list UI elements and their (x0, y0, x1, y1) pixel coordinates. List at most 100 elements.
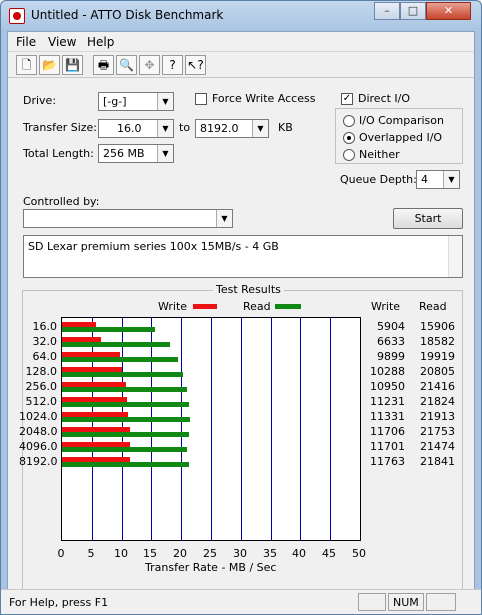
read-bar (62, 387, 187, 392)
x-tick-label: 5 (87, 547, 95, 560)
x-tick-label: 45 (322, 547, 336, 560)
read-bar (62, 327, 155, 332)
description-scrollbar[interactable] (448, 236, 462, 277)
chart-plot-area (61, 317, 361, 541)
status-num-indicator: NUM (388, 593, 424, 611)
io-mode-group: I/O Comparison Overlapped I/O Neither (335, 108, 463, 164)
write-value: 5904 (377, 320, 405, 333)
total-length-select[interactable]: 256 MB ▼ (98, 144, 174, 163)
force-write-label: Force Write Access (212, 92, 316, 105)
read-bar (62, 417, 190, 422)
x-tick-label: 50 (352, 547, 366, 560)
context-help-icon[interactable]: ↖? (185, 55, 206, 75)
drive-label: Drive: (23, 94, 57, 107)
to-label: to (179, 121, 191, 134)
toolbar: 🗋 📂 💾 🖶 🔍 ✥ ? ↖? (8, 52, 474, 78)
app-icon (9, 8, 25, 24)
grid-line (151, 318, 152, 540)
read-value: 21841 (420, 455, 455, 468)
neither-radio[interactable] (343, 149, 355, 161)
read-bar (62, 372, 183, 377)
new-icon[interactable]: 🗋 (16, 55, 37, 75)
menu-view[interactable]: View (48, 35, 76, 49)
write-value: 6633 (377, 335, 405, 348)
print-preview-icon[interactable]: 🔍 (116, 55, 137, 75)
transfer-size-row-label: 256.0 (25, 380, 58, 393)
menu-help[interactable]: Help (87, 35, 114, 49)
read-value: 21824 (420, 395, 455, 408)
x-tick-label: 35 (263, 547, 277, 560)
print-icon[interactable]: 🖶 (93, 55, 114, 75)
status-pane-empty (358, 593, 386, 611)
x-axis-label: Transfer Rate - MB / Sec (145, 561, 277, 574)
menu-bar: File View Help (8, 32, 474, 52)
read-value: 21913 (420, 410, 455, 423)
minimize-button[interactable]: – (374, 2, 400, 20)
transfer-size-row-label: 4096.0 (19, 440, 58, 453)
x-tick-label: 0 (57, 547, 65, 560)
client-area: File View Help 🗋 📂 💾 🖶 🔍 ✥ ? ↖? Drive: [… (7, 31, 475, 609)
write-value: 11331 (370, 410, 405, 423)
transfer-size-from-select[interactable]: 16.0 ▼ (98, 119, 174, 138)
read-bar (62, 447, 187, 452)
neither-label: Neither (359, 148, 400, 161)
write-column-header: Write (371, 300, 401, 313)
drive-select[interactable]: [-g-] ▼ (98, 92, 174, 111)
read-bar (62, 432, 189, 437)
read-column-header: Read (419, 300, 447, 313)
write-legend-label: Write (158, 300, 188, 313)
read-value: 20805 (420, 365, 455, 378)
force-write-checkbox[interactable] (195, 93, 207, 105)
direct-io-checkbox[interactable]: ✓ (341, 93, 353, 105)
io-comparison-label: I/O Comparison (359, 114, 444, 127)
transfer-size-to-select[interactable]: 8192.0 ▼ (195, 119, 269, 138)
description-field[interactable]: SD Lexar premium series 100x 15MB/s - 4 … (23, 235, 463, 278)
maximize-button[interactable]: □ (400, 2, 426, 20)
description-text: SD Lexar premium series 100x 15MB/s - 4 … (28, 240, 279, 253)
transfer-size-row-label: 1024.0 (19, 410, 58, 423)
chevron-down-icon: ▼ (157, 145, 173, 162)
menu-file[interactable]: File (16, 35, 36, 49)
x-tick-label: 15 (143, 547, 157, 560)
x-tick-label: 30 (233, 547, 247, 560)
read-bar (62, 402, 189, 407)
write-value: 10950 (370, 380, 405, 393)
overlapped-io-radio[interactable] (343, 132, 355, 144)
transfer-to-value: 8192.0 (200, 122, 239, 135)
chevron-down-icon: ▼ (157, 120, 173, 137)
about-icon[interactable]: ? (162, 55, 183, 75)
write-legend-swatch (193, 304, 217, 309)
read-legend-label: Read (243, 300, 271, 313)
controlled-by-select[interactable]: ▼ (23, 209, 233, 228)
transfer-size-row-label: 8192.0 (19, 455, 58, 468)
transfer-size-label: Transfer Size: (23, 121, 98, 134)
transfer-size-row-label: 2048.0 (19, 425, 58, 438)
chevron-down-icon: ▼ (252, 120, 268, 137)
write-value: 11231 (370, 395, 405, 408)
x-tick-label: 20 (173, 547, 187, 560)
read-legend-swatch (275, 304, 301, 309)
grid-line (211, 318, 212, 540)
test-results-group: Test Results Write Read Write Read 16.0 3… (19, 283, 463, 606)
move-icon[interactable]: ✥ (139, 55, 160, 75)
save-icon[interactable]: 💾 (62, 55, 83, 75)
close-button[interactable]: ✕ (426, 2, 471, 20)
queue-depth-select[interactable]: 4 ▼ (416, 170, 460, 189)
grid-line (300, 318, 301, 540)
grid-line (271, 318, 272, 540)
read-bar (62, 357, 178, 362)
title-bar[interactable]: Untitled - ATTO Disk Benchmark – □ ✕ (1, 1, 481, 31)
x-tick-label: 10 (114, 547, 128, 560)
open-icon[interactable]: 📂 (39, 55, 60, 75)
transfer-size-row-label: 64.0 (32, 350, 58, 363)
status-help-text: For Help, press F1 (9, 596, 109, 609)
grid-line (241, 318, 242, 540)
start-button[interactable]: Start (393, 208, 463, 229)
read-value: 21416 (420, 380, 455, 393)
chevron-down-icon: ▼ (443, 171, 459, 188)
x-tick-label: 25 (203, 547, 217, 560)
app-window: Untitled - ATTO Disk Benchmark – □ ✕ Fil… (0, 0, 482, 615)
write-value: 11701 (370, 440, 405, 453)
io-comparison-radio[interactable] (343, 115, 355, 127)
transfer-size-row-label: 32.0 (32, 335, 58, 348)
